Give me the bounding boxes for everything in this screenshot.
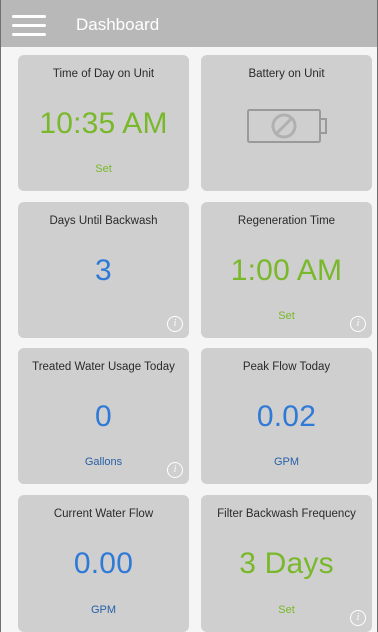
hamburger-menu-icon[interactable] <box>12 15 46 37</box>
battery-card: Battery on Unit <box>201 55 372 191</box>
regeneration-time-value: 1:00 AM <box>230 254 343 287</box>
usage-value: 0 <box>95 400 112 433</box>
info-icon[interactable]: i <box>167 316 183 332</box>
card-title: Regeneration Time <box>237 215 336 227</box>
card-title: Time of Day on Unit <box>52 68 155 80</box>
set-regeneration-link[interactable]: Set <box>201 309 372 323</box>
current-flow-unit: GPM <box>90 604 117 616</box>
peak-flow-card: Peak Flow Today 0.02 GPM <box>201 348 372 484</box>
card-title: Treated Water Usage Today <box>32 361 175 373</box>
regeneration-time-card[interactable]: Regeneration Time 1:00 AM Set i <box>201 202 372 338</box>
current-flow-value: 0.00 <box>73 547 134 580</box>
days-until-backwash-card: Days Until Backwash 3 i <box>18 202 189 338</box>
menu-line-middle <box>12 24 46 27</box>
set-backwash-frequency-link[interactable]: Set <box>201 603 372 617</box>
peak-flow-value: 0.02 <box>256 400 317 433</box>
backwash-frequency-value: 3 Days <box>239 547 334 580</box>
menu-line-bottom <box>12 33 46 36</box>
info-icon[interactable]: i <box>350 610 366 626</box>
filter-backwash-frequency-card[interactable]: Filter Backwash Frequency 3 Days Set i <box>201 495 372 632</box>
card-title: Days Until Backwash <box>49 215 158 227</box>
info-icon[interactable]: i <box>167 462 183 478</box>
page-title: Dashboard <box>76 15 160 34</box>
time-value: 10:35 AM <box>39 107 168 140</box>
card-title: Filter Backwash Frequency <box>217 508 356 520</box>
info-icon[interactable]: i <box>350 316 366 332</box>
card-title: Current Water Flow <box>53 508 154 520</box>
treated-water-usage-card: Treated Water Usage Today 0 Gallons i <box>18 348 189 484</box>
set-time-link[interactable]: Set <box>18 162 189 176</box>
usage-unit: Gallons <box>84 456 123 468</box>
days-value: 3 <box>95 254 112 287</box>
card-title: Battery on Unit <box>248 68 325 80</box>
time-of-day-card[interactable]: Time of Day on Unit 10:35 AM Set <box>18 55 189 191</box>
menu-line-top <box>12 15 46 18</box>
app-header: Dashboard <box>1 0 377 47</box>
peak-flow-unit: GPM <box>273 456 300 468</box>
card-title: Peak Flow Today <box>242 361 331 373</box>
current-water-flow-card: Current Water Flow 0.00 GPM <box>18 495 189 632</box>
battery-disabled-icon <box>246 107 328 145</box>
dashboard-screen: Dashboard Time of Day on Unit 10:35 AM S… <box>0 0 378 632</box>
